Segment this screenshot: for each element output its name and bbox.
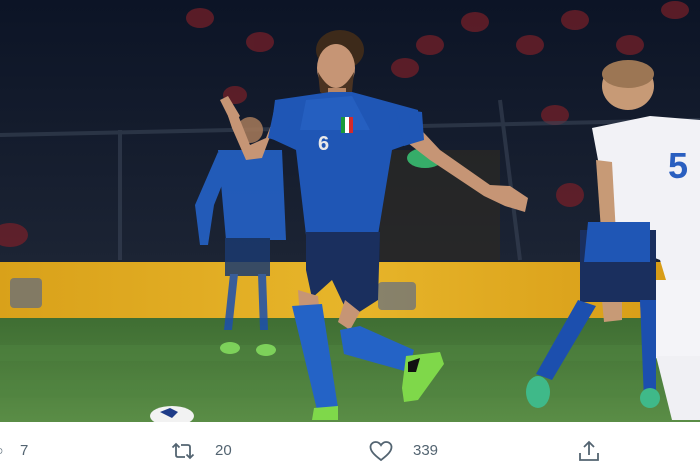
match-photo[interactable]: 6 5	[0, 0, 700, 422]
opponent-jersey-number: 5	[668, 145, 688, 186]
heart-icon	[369, 441, 393, 462]
reply-icon	[0, 448, 3, 454]
retweet-action[interactable]: 20	[171, 440, 232, 462]
reply-count: 7	[20, 442, 29, 459]
retweet-count: 20	[215, 442, 232, 459]
like-count: 339	[413, 442, 439, 459]
tweet-action-bar: 7 20 339	[0, 430, 700, 465]
share-icon	[579, 440, 599, 461]
like-action[interactable]: 339	[369, 440, 438, 462]
retweet-icon	[171, 442, 195, 460]
share-action[interactable]	[577, 440, 601, 462]
jersey-number: 6	[318, 133, 329, 155]
reply-action[interactable]: 7	[0, 440, 28, 462]
